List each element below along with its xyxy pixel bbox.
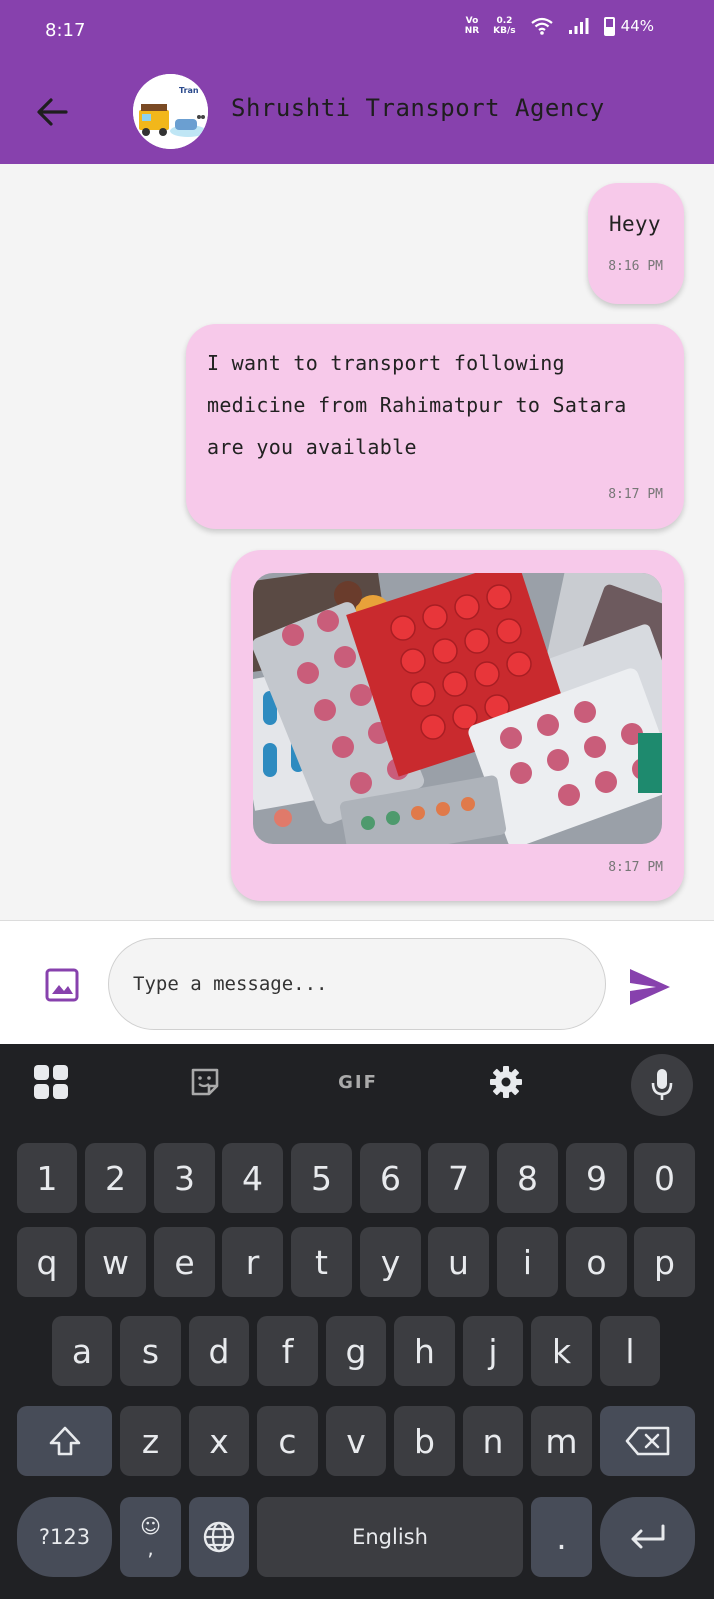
key-5[interactable]: 5 xyxy=(291,1143,352,1213)
message-bubble[interactable]: Heyy 8:16 PM xyxy=(588,183,684,304)
key-x[interactable]: x xyxy=(189,1406,249,1476)
avatar-text: Tran xyxy=(179,86,199,95)
keyboard-toolbar: GIF xyxy=(0,1044,714,1124)
chat-title[interactable]: Shrushti Transport Agency xyxy=(231,94,605,122)
network-speed-value: 0.2 xyxy=(496,16,513,26)
key-s[interactable]: s xyxy=(120,1316,181,1386)
status-time: 8:17 xyxy=(45,20,86,41)
enter-arrow-icon xyxy=(631,1524,664,1549)
send-icon[interactable] xyxy=(626,965,674,1009)
volte-indicator: Vo NR xyxy=(465,16,479,36)
key-y[interactable]: y xyxy=(360,1227,421,1297)
symbols-key[interactable]: ?123 xyxy=(17,1497,112,1577)
key-n[interactable]: n xyxy=(463,1406,523,1476)
key-f[interactable]: f xyxy=(257,1316,318,1386)
key-h[interactable]: h xyxy=(394,1316,455,1386)
key-k[interactable]: k xyxy=(531,1316,592,1386)
key-l[interactable]: l xyxy=(600,1316,660,1386)
medicine-photo[interactable] xyxy=(253,573,662,844)
back-arrow-icon[interactable] xyxy=(32,92,72,132)
key-8[interactable]: 8 xyxy=(497,1143,558,1213)
message-composer xyxy=(0,920,714,1044)
key-r[interactable]: r xyxy=(222,1227,283,1297)
key-e[interactable]: e xyxy=(154,1227,215,1297)
key-2[interactable]: 2 xyxy=(85,1143,146,1213)
message-text: I want to transport following medicine f… xyxy=(207,351,627,459)
message-bubble[interactable]: I want to transport following medicine f… xyxy=(186,324,684,529)
language-globe-key[interactable] xyxy=(189,1497,249,1577)
key-a[interactable]: a xyxy=(52,1316,112,1386)
volte-bottom: NR xyxy=(464,26,480,36)
key-b[interactable]: b xyxy=(394,1406,455,1476)
network-speed: 0.2 KB/s xyxy=(493,16,515,36)
gallery-icon[interactable] xyxy=(44,967,80,1003)
period-key[interactable]: . xyxy=(531,1497,592,1577)
status-icons: Vo NR 0.2 KB/s 44% xyxy=(465,16,654,36)
avatar[interactable]: Tran xyxy=(133,74,208,149)
key-o[interactable]: o xyxy=(566,1227,627,1297)
wifi-icon xyxy=(530,17,553,35)
key-p[interactable]: p xyxy=(634,1227,695,1297)
key-u[interactable]: u xyxy=(428,1227,489,1297)
signal-icon xyxy=(568,18,589,34)
network-speed-unit: KB/s xyxy=(493,26,516,36)
microphone-icon[interactable] xyxy=(631,1054,693,1116)
apps-grid-icon[interactable] xyxy=(31,1062,71,1102)
medicine-pills-image xyxy=(253,573,662,844)
emoji-icon: ☺ xyxy=(140,1514,161,1538)
key-7[interactable]: 7 xyxy=(428,1143,489,1213)
key-j[interactable]: j xyxy=(463,1316,523,1386)
battery-icon xyxy=(603,16,615,36)
key-9[interactable]: 9 xyxy=(566,1143,627,1213)
key-0[interactable]: 0 xyxy=(634,1143,695,1213)
key-z[interactable]: z xyxy=(120,1406,181,1476)
keyboard: GIF 1 2 3 4 5 6 7 8 9 0 q w e r t y u i … xyxy=(0,1044,714,1599)
enter-key[interactable] xyxy=(600,1497,695,1577)
message-text: Heyy xyxy=(609,212,661,236)
comma-label: , xyxy=(147,1536,154,1560)
key-6[interactable]: 6 xyxy=(360,1143,421,1213)
app-bar: 8:17 Vo NR 0.2 KB/s 44% Tran Shrushti Tr… xyxy=(0,0,714,164)
spacebar[interactable]: English xyxy=(257,1497,523,1577)
backspace-icon xyxy=(625,1426,669,1456)
volte-top: Vo xyxy=(465,16,479,26)
settings-gear-icon[interactable] xyxy=(486,1062,526,1102)
key-4[interactable]: 4 xyxy=(222,1143,283,1213)
message-input[interactable] xyxy=(108,938,606,1030)
key-1[interactable]: 1 xyxy=(17,1143,77,1213)
key-w[interactable]: w xyxy=(85,1227,146,1297)
key-i[interactable]: i xyxy=(497,1227,558,1297)
shift-arrow-icon xyxy=(49,1426,80,1456)
shift-key[interactable] xyxy=(17,1406,112,1476)
gif-button[interactable]: GIF xyxy=(333,1062,383,1102)
key-d[interactable]: d xyxy=(189,1316,249,1386)
image-message-bubble[interactable]: 8:17 PM xyxy=(231,550,684,901)
key-q[interactable]: q xyxy=(17,1227,77,1297)
backspace-key[interactable] xyxy=(600,1406,695,1476)
emoji-comma-key[interactable]: ☺ , xyxy=(120,1497,181,1577)
key-v[interactable]: v xyxy=(326,1406,386,1476)
battery-indicator: 44% xyxy=(603,16,654,36)
battery-percent: 44% xyxy=(620,17,654,35)
globe-icon xyxy=(203,1521,235,1553)
message-time: 8:17 PM xyxy=(608,860,663,875)
status-bar: 8:17 Vo NR 0.2 KB/s 44% xyxy=(0,0,714,62)
message-time: 8:16 PM xyxy=(608,259,663,274)
key-c[interactable]: c xyxy=(257,1406,318,1476)
key-t[interactable]: t xyxy=(291,1227,352,1297)
key-3[interactable]: 3 xyxy=(154,1143,215,1213)
key-m[interactable]: m xyxy=(531,1406,592,1476)
sticker-icon[interactable] xyxy=(185,1062,225,1102)
key-g[interactable]: g xyxy=(326,1316,386,1386)
message-time: 8:17 PM xyxy=(608,487,663,502)
